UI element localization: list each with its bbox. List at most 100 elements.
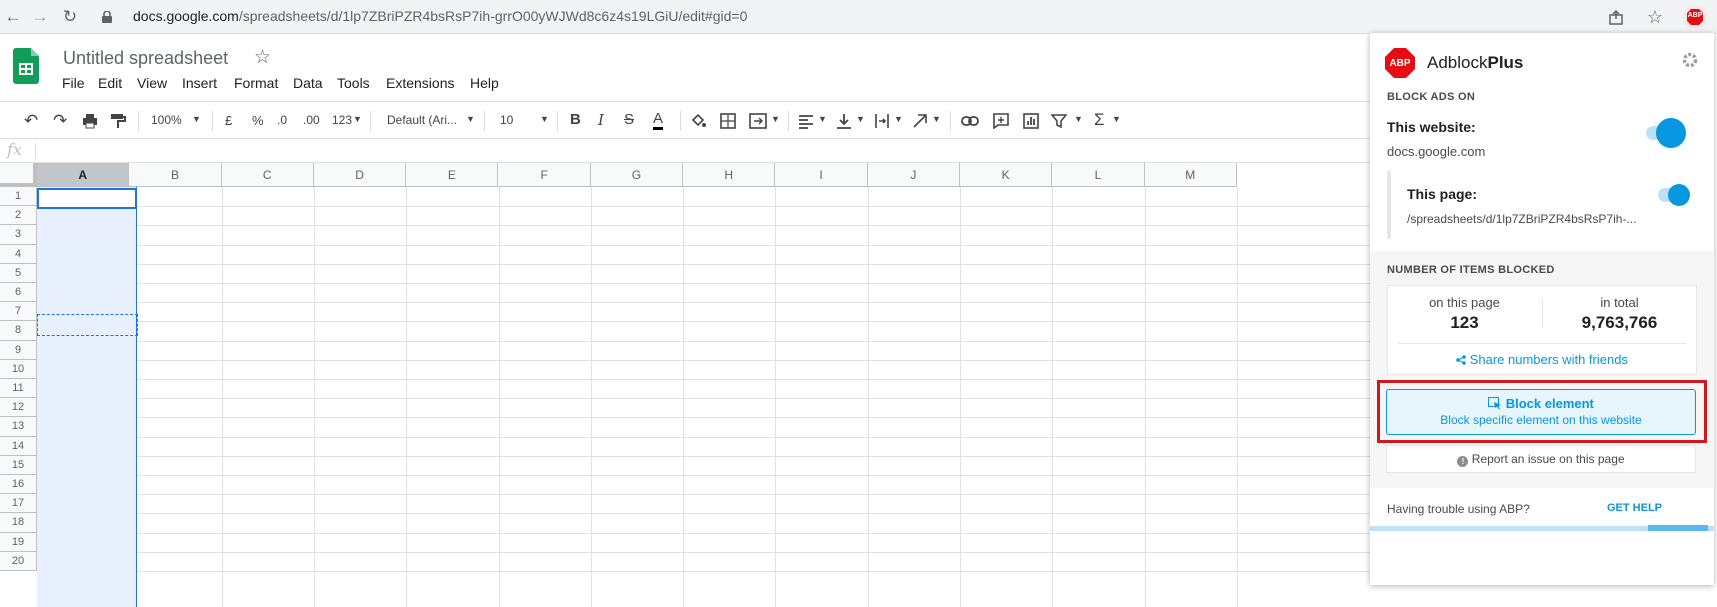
row-header-19[interactable]: 19 [0,532,37,552]
chevron-down-icon[interactable]: ▼ [1112,114,1121,124]
decrease-decimal-button[interactable]: .0 [277,113,287,127]
menu-extensions[interactable]: Extensions [386,75,454,91]
column-header-l[interactable]: L [1052,163,1145,187]
google-sheets-logo-icon[interactable] [13,48,39,84]
get-help-link[interactable]: GET HELP [1607,502,1662,514]
column-header-b[interactable]: B [129,163,222,187]
select-all-corner[interactable] [0,163,37,187]
functions-icon[interactable]: Σ [1094,110,1105,130]
chevron-down-icon[interactable]: ▼ [856,114,865,124]
block-element-button[interactable]: Block element Block specific element on … [1386,389,1696,435]
share-numbers-link[interactable]: Share numbers with friends [1388,352,1696,367]
redo-icon[interactable]: ↷ [53,111,67,131]
abp-extension-button[interactable]: ABP [1683,5,1707,29]
column-header-k[interactable]: K [960,163,1053,187]
fill-color-icon[interactable] [690,113,706,129]
menu-edit[interactable]: Edit [98,75,122,91]
row-header-12[interactable]: 12 [0,398,37,418]
column-header-a[interactable]: A [37,163,130,187]
bookmark-star-icon[interactable]: ☆ [1644,6,1666,28]
column-header-e[interactable]: E [406,163,499,187]
italic-icon[interactable]: I [598,111,604,129]
chevron-down-icon[interactable]: ▼ [894,114,903,124]
borders-icon[interactable] [720,113,736,129]
row-header-1[interactable]: 1 [0,187,37,207]
row-header-8[interactable]: 8 [0,321,37,341]
filter-icon[interactable] [1051,113,1067,129]
insert-chart-icon[interactable] [1023,113,1039,129]
this-page-toggle[interactable] [1658,184,1690,206]
report-issue-button[interactable]: ! Report an issue on this page [1386,445,1696,473]
menu-help[interactable]: Help [470,75,499,91]
row-header-9[interactable]: 9 [0,340,37,360]
strikethrough-icon[interactable]: S [624,111,634,128]
text-rotation-icon[interactable] [912,113,928,129]
row-header-20[interactable]: 20 [0,551,37,571]
column-header-f[interactable]: F [498,163,591,187]
row-header-18[interactable]: 18 [0,513,37,533]
more-formats-button[interactable]: 123 [332,113,352,127]
star-document-icon[interactable]: ☆ [254,46,271,69]
column-header-c[interactable]: C [221,163,314,187]
menu-file[interactable]: File [62,75,85,91]
chevron-down-icon[interactable]: ▼ [818,114,827,124]
zoom-select[interactable]: 100% [151,113,182,127]
text-color-icon[interactable]: A [653,111,664,130]
column-header-h[interactable]: H [683,163,776,187]
insert-comment-icon[interactable] [993,113,1009,129]
chevron-down-icon[interactable]: ▼ [466,114,475,124]
increase-decimal-button[interactable]: .00 [303,113,320,127]
row-header-7[interactable]: 7 [0,302,37,322]
paint-format-icon[interactable] [110,113,126,129]
formula-bar[interactable]: fx [0,139,1370,163]
document-title[interactable]: Untitled spreadsheet [63,48,228,69]
row-header-4[interactable]: 4 [0,244,37,264]
back-arrow-icon[interactable]: ← [2,6,24,28]
menu-format[interactable]: Format [234,75,278,91]
column-header-m[interactable]: M [1144,163,1237,187]
row-header-14[interactable]: 14 [0,436,37,456]
gear-icon[interactable] [1681,51,1699,69]
text-wrapping-icon[interactable] [874,113,890,129]
font-size-select[interactable]: 10 [500,113,513,127]
column-header-i[interactable]: I [775,163,868,187]
menu-tools[interactable]: Tools [337,75,370,91]
bold-icon[interactable]: B [570,111,581,128]
reload-icon[interactable]: ↻ [59,6,81,28]
active-cell-a1[interactable] [37,188,137,209]
menu-insert[interactable]: Insert [182,75,217,91]
row-header-10[interactable]: 10 [0,359,37,379]
vertical-align-icon[interactable] [836,113,852,129]
forward-arrow-icon[interactable]: → [29,6,51,28]
row-header-13[interactable]: 13 [0,417,37,437]
horizontal-align-icon[interactable] [798,113,814,129]
format-currency-button[interactable]: £ [225,113,232,128]
merge-cells-icon[interactable] [749,113,767,129]
chevron-down-icon[interactable]: ▼ [192,114,201,124]
column-header-g[interactable]: G [590,163,684,187]
this-website-toggle[interactable] [1646,118,1686,148]
font-family-select[interactable]: Default (Ari... [387,113,457,127]
spreadsheet-grid[interactable]: ABCDEFGHIJKLM 1 2 3 4 5 6 7 8 9 10 11 12 13 14 15 16 17 1… [0,163,1370,607]
row-header-5[interactable]: 5 [0,263,37,283]
undo-icon[interactable]: ↶ [24,111,38,131]
share-page-icon[interactable] [1608,9,1624,25]
chevron-down-icon[interactable]: ▼ [1074,114,1083,124]
row-header-2[interactable]: 2 [0,206,37,226]
row-header-6[interactable]: 6 [0,283,37,303]
insert-link-icon[interactable] [961,114,979,128]
menu-view[interactable]: View [137,75,167,91]
chevron-down-icon[interactable]: ▼ [540,114,549,124]
chevron-down-icon[interactable]: ▼ [932,114,941,124]
row-header-3[interactable]: 3 [0,225,37,245]
chevron-down-icon[interactable]: ▼ [353,114,362,124]
row-header-17[interactable]: 17 [0,494,37,514]
column-header-j[interactable]: J [867,163,960,187]
print-icon[interactable] [82,113,98,129]
row-header-15[interactable]: 15 [0,455,37,475]
chevron-down-icon[interactable]: ▼ [771,114,780,124]
column-header-d[interactable]: D [313,163,407,187]
menu-data[interactable]: Data [293,75,323,91]
row-header-11[interactable]: 11 [0,379,37,399]
format-percent-button[interactable]: % [252,113,264,128]
